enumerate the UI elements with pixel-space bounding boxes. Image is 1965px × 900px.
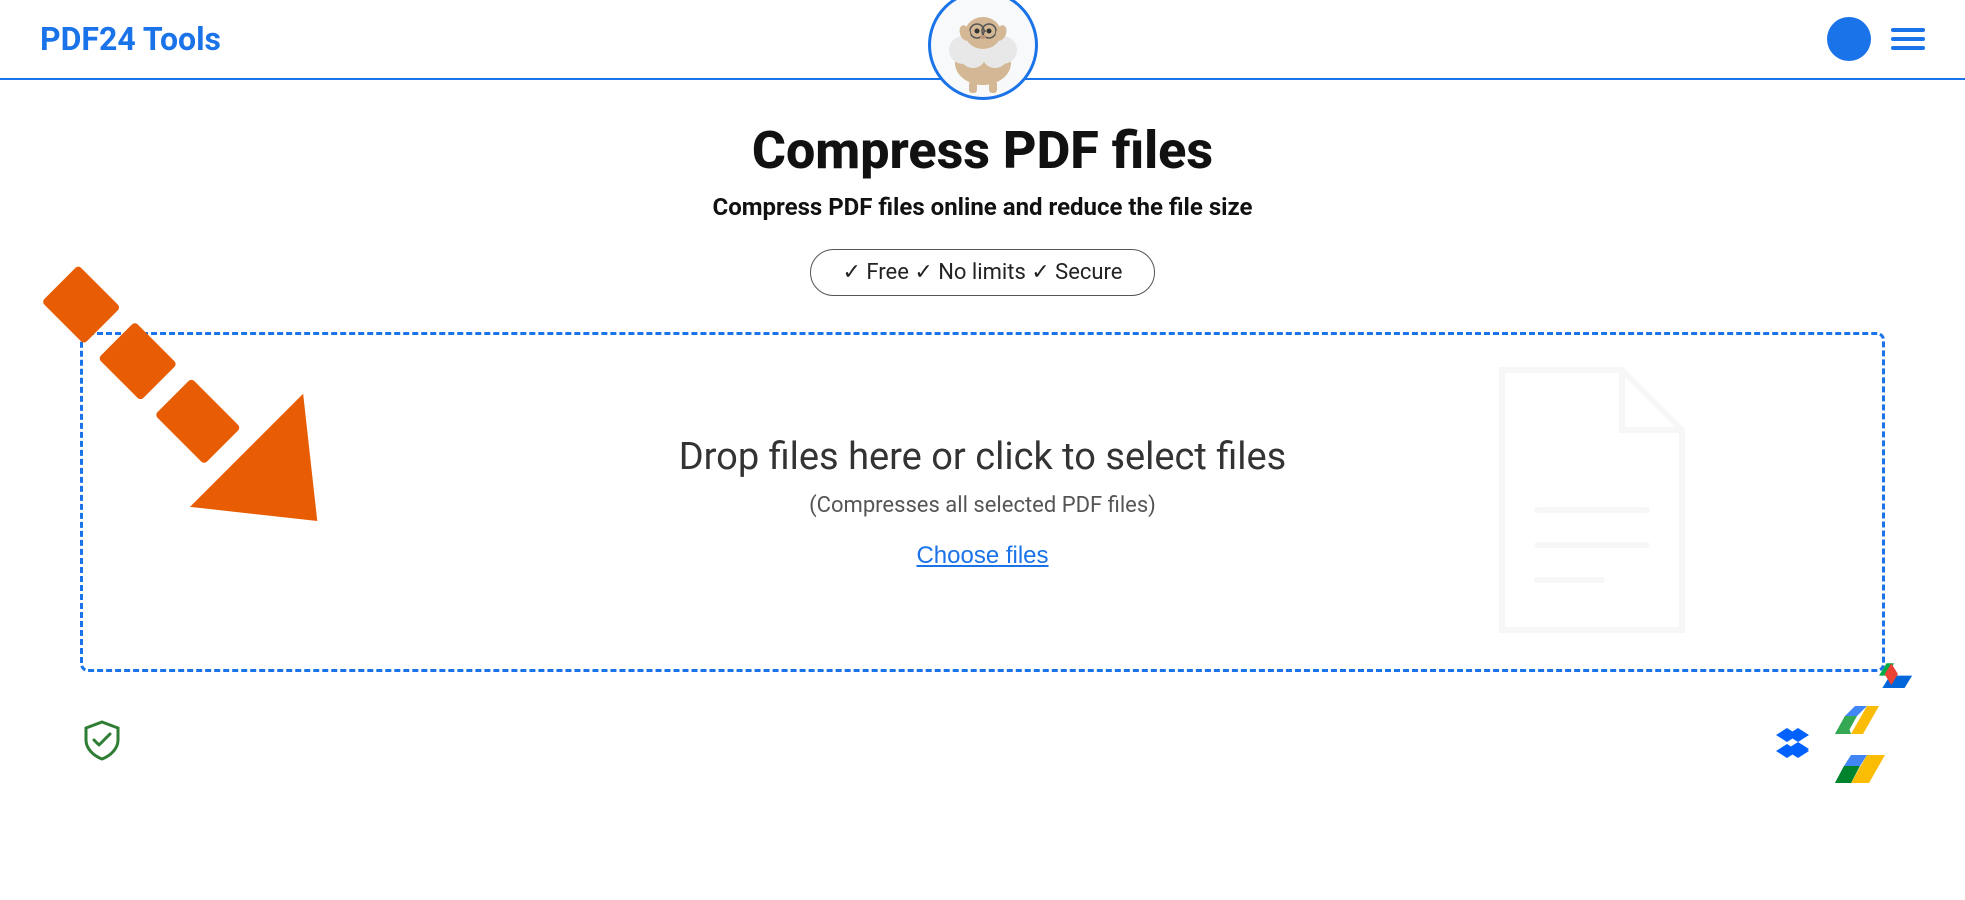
dropzone[interactable]: Drop files here or click to select files… <box>80 332 1885 672</box>
shield-icon <box>80 718 124 766</box>
google-drive-icon[interactable] <box>1835 696 1885 788</box>
drop-subtext: (Compresses all selected PDF files) <box>809 493 1156 518</box>
page-subtitle: Compress PDF files online and reduce the… <box>713 193 1253 221</box>
security-badge <box>80 718 124 766</box>
header: PDF24 Tools <box>0 0 1965 80</box>
menu-button[interactable] <box>1891 28 1925 50</box>
bottom-bar <box>80 680 1885 788</box>
header-actions <box>1827 17 1925 61</box>
ghost-file-icon <box>1482 360 1702 644</box>
dropbox-icon[interactable] <box>1775 718 1819 766</box>
choose-files-button[interactable]: Choose files <box>916 542 1048 570</box>
user-icon[interactable] <box>1827 17 1871 61</box>
drop-text: Drop files here or click to select files <box>679 435 1287 479</box>
logo[interactable]: PDF24 Tools <box>40 20 221 58</box>
cloud-icons <box>1775 696 1885 788</box>
main-content: Compress PDF files Compress PDF files on… <box>0 80 1965 828</box>
features-badge: ✓ Free ✓ No limits ✓ Secure <box>810 249 1156 296</box>
dropzone-wrapper: Drop files here or click to select files… <box>80 332 1885 788</box>
page-title: Compress PDF files <box>752 120 1213 181</box>
